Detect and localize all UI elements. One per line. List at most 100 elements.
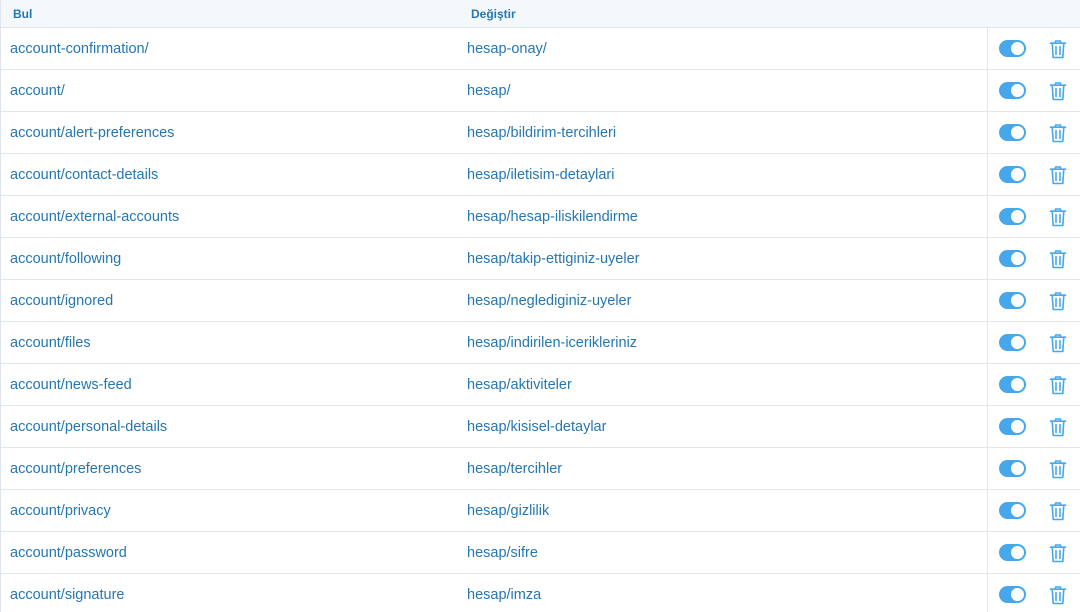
trash-icon[interactable] [1049, 81, 1067, 101]
replacements-table: Bul Değiştir account-confirmation/hesap-… [0, 0, 1080, 612]
toggle-switch-icon[interactable] [999, 82, 1026, 99]
find-value[interactable]: account/ [10, 83, 65, 99]
table-row: account/news-feed hesap/aktiviteler [1, 364, 1080, 406]
table-row: account/privacy hesap/gizlilik [1, 490, 1080, 532]
find-value[interactable]: account/following [10, 251, 121, 267]
toggle-knob [1011, 546, 1024, 559]
toggle-knob [1011, 294, 1024, 307]
row-actions [987, 574, 1080, 612]
trash-icon[interactable] [1049, 291, 1067, 311]
toggle-switch-icon[interactable] [999, 334, 1026, 351]
row-actions [987, 490, 1080, 531]
row-actions [987, 238, 1080, 279]
trash-icon[interactable] [1049, 585, 1067, 605]
find-value[interactable]: account/external-accounts [10, 209, 179, 225]
toggle-knob [1011, 588, 1024, 601]
trash-icon[interactable] [1049, 165, 1067, 185]
find-value[interactable]: account/alert-preferences [10, 125, 174, 141]
find-value[interactable]: account/news-feed [10, 377, 132, 393]
toggle-switch-icon[interactable] [999, 166, 1026, 183]
toggle-knob [1011, 42, 1024, 55]
row-actions [987, 154, 1080, 195]
table-header: Bul Değiştir [1, 0, 1080, 28]
toggle-knob [1011, 336, 1024, 349]
replace-value[interactable]: hesap/neglediginiz-uyeler [467, 293, 631, 309]
trash-icon[interactable] [1049, 459, 1067, 479]
table-row: account/password hesap/sifre [1, 532, 1080, 574]
table-row: account/preferences hesap/tercihler [1, 448, 1080, 490]
table-row: account/ignored hesap/neglediginiz-uyeler [1, 280, 1080, 322]
replace-value[interactable]: hesap/kisisel-detaylar [467, 419, 606, 435]
row-actions [987, 196, 1080, 237]
find-value[interactable]: account/signature [10, 587, 124, 603]
trash-icon[interactable] [1049, 123, 1067, 143]
find-value[interactable]: account/preferences [10, 461, 141, 477]
row-actions [987, 406, 1080, 447]
table-body: account-confirmation/hesap-onay/account/… [1, 28, 1080, 612]
find-value[interactable]: account/privacy [10, 503, 111, 519]
toggle-switch-icon[interactable] [999, 208, 1026, 225]
replace-value[interactable]: hesap/ [467, 83, 511, 99]
toggle-switch-icon[interactable] [999, 376, 1026, 393]
toggle-switch-icon[interactable] [999, 292, 1026, 309]
trash-icon[interactable] [1049, 39, 1067, 59]
replace-value[interactable]: hesap/aktiviteler [467, 377, 572, 393]
toggle-knob [1011, 420, 1024, 433]
toggle-switch-icon[interactable] [999, 40, 1026, 57]
trash-icon[interactable] [1049, 249, 1067, 269]
replace-value[interactable]: hesap-onay/ [467, 41, 547, 57]
replace-value[interactable]: hesap/iletisim-detaylari [467, 167, 614, 183]
find-value[interactable]: account/files [10, 335, 91, 351]
table-row: account/external-accounts hesap/hesap-ili… [1, 196, 1080, 238]
toggle-knob [1011, 462, 1024, 475]
replace-value[interactable]: hesap/imza [467, 587, 541, 603]
row-actions [987, 364, 1080, 405]
replace-value[interactable]: hesap/bildirim-tercihleri [467, 125, 616, 141]
table-row: account/alert-preferences hesap/bildirim-… [1, 112, 1080, 154]
replace-value[interactable]: hesap/hesap-iliskilendirme [467, 209, 638, 225]
find-value[interactable]: account/password [10, 545, 127, 561]
toggle-switch-icon[interactable] [999, 544, 1026, 561]
replace-value[interactable]: hesap/takip-ettiginiz-uyeler [467, 251, 639, 267]
find-value[interactable]: account/ignored [10, 293, 113, 309]
toggle-knob [1011, 210, 1024, 223]
replace-value[interactable]: hesap/tercihler [467, 461, 562, 477]
trash-icon[interactable] [1049, 333, 1067, 353]
find-value[interactable]: account/personal-details [10, 419, 167, 435]
row-actions [987, 70, 1080, 111]
toggle-knob [1011, 504, 1024, 517]
replace-value[interactable]: hesap/gizlilik [467, 503, 549, 519]
trash-icon[interactable] [1049, 543, 1067, 563]
toggle-switch-icon[interactable] [999, 124, 1026, 141]
replace-value[interactable]: hesap/indirilen-icerikleriniz [467, 335, 637, 351]
table-row: account-confirmation/hesap-onay/ [1, 28, 1080, 70]
row-actions [987, 112, 1080, 153]
replace-value[interactable]: hesap/sifre [467, 545, 538, 561]
trash-icon[interactable] [1049, 207, 1067, 227]
table-row: account/signature hesap/imza [1, 574, 1080, 612]
toggle-switch-icon[interactable] [999, 460, 1026, 477]
toggle-switch-icon[interactable] [999, 586, 1026, 603]
trash-icon[interactable] [1049, 417, 1067, 437]
find-value[interactable]: account/contact-details [10, 167, 158, 183]
find-value[interactable]: account-confirmation/ [10, 41, 149, 57]
table-row: account/hesap/ [1, 70, 1080, 112]
replace-column-header: Değiştir [471, 6, 516, 21]
row-actions [987, 448, 1080, 489]
toggle-knob [1011, 378, 1024, 391]
toggle-knob [1011, 126, 1024, 139]
toggle-switch-icon[interactable] [999, 418, 1026, 435]
find-column-header: Bul [13, 6, 33, 21]
toggle-knob [1011, 252, 1024, 265]
toggle-knob [1011, 84, 1024, 97]
toggle-knob [1011, 168, 1024, 181]
row-actions [987, 280, 1080, 321]
toggle-switch-icon[interactable] [999, 250, 1026, 267]
table-row: account/personal-details hesap/kisisel-de… [1, 406, 1080, 448]
row-actions [987, 322, 1080, 363]
table-row: account/files hesap/indirilen-iceriklerin… [1, 322, 1080, 364]
toggle-switch-icon[interactable] [999, 502, 1026, 519]
trash-icon[interactable] [1049, 375, 1067, 395]
trash-icon[interactable] [1049, 501, 1067, 521]
table-row: account/following hesap/takip-ettiginiz-u… [1, 238, 1080, 280]
